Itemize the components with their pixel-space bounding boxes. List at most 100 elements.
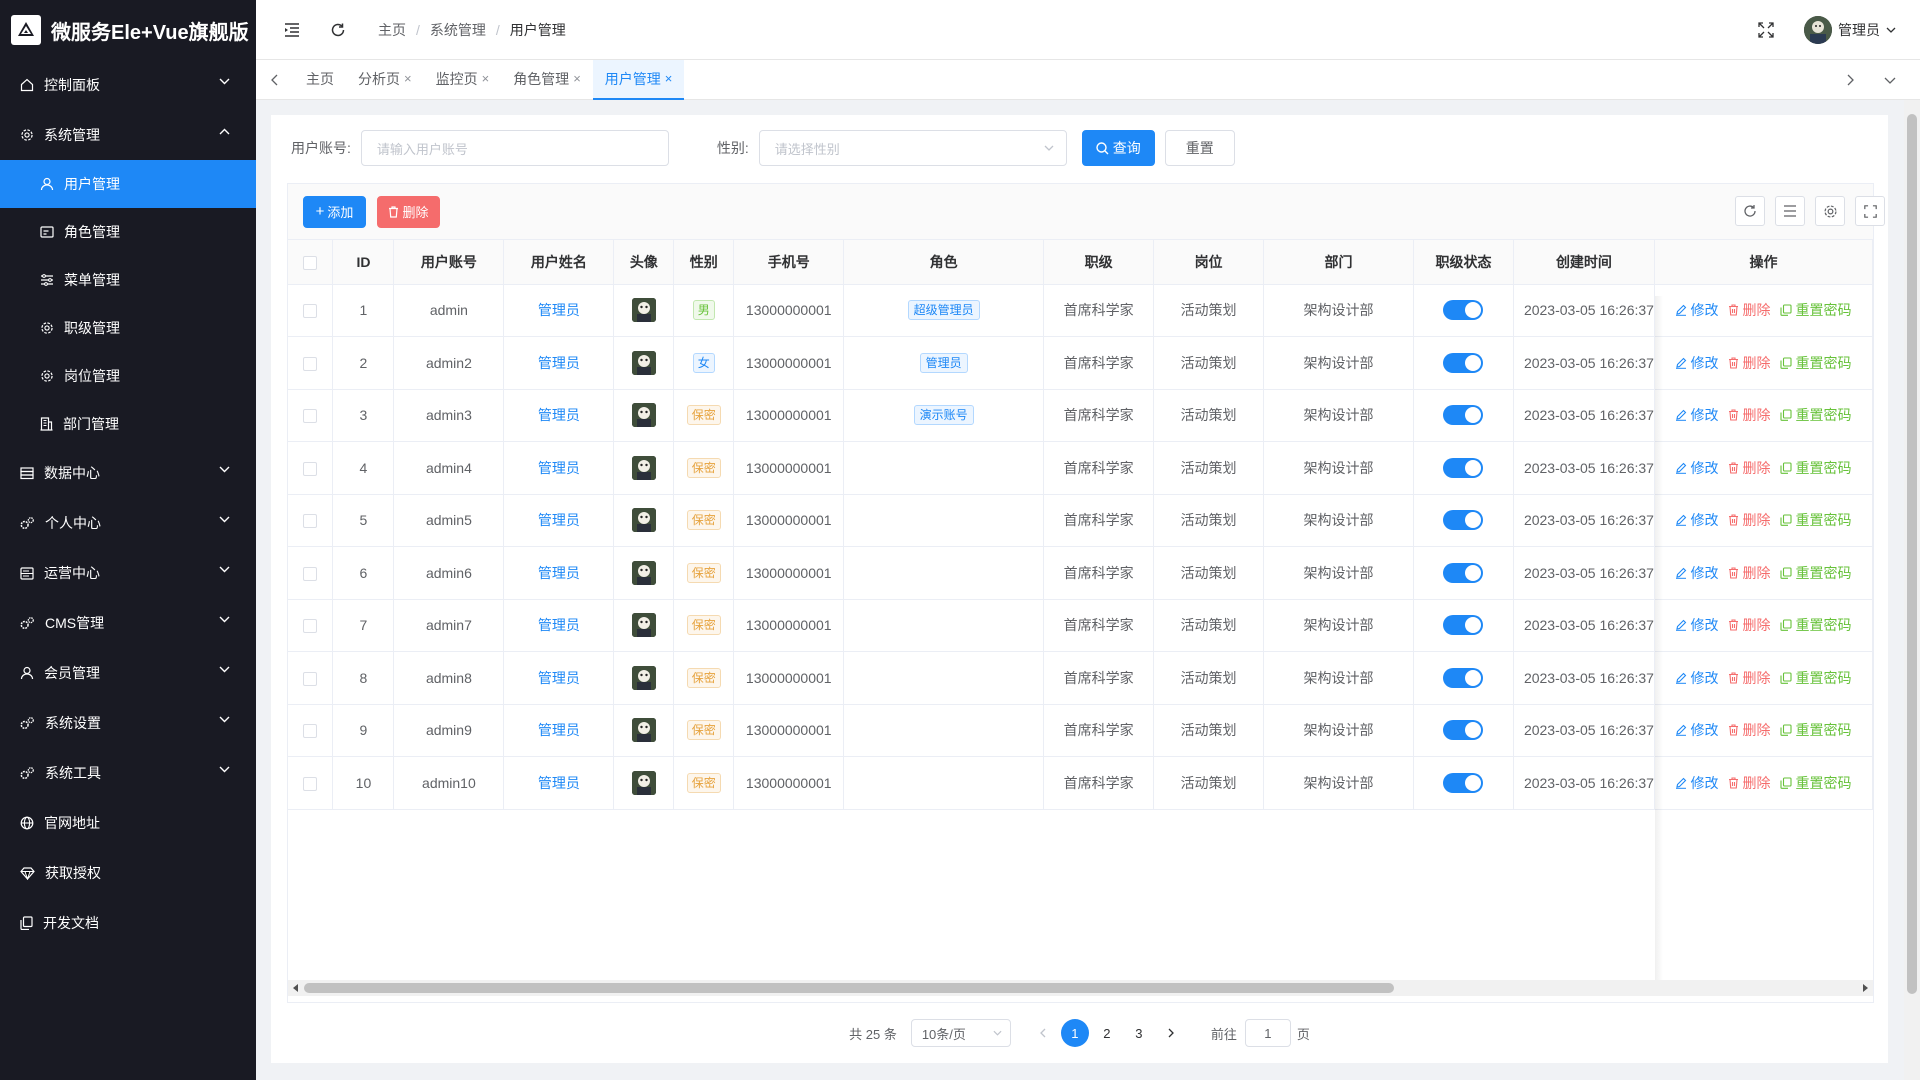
edit-button[interactable]: 修改 bbox=[1675, 773, 1718, 793]
tab-3[interactable]: 角色管理 × bbox=[501, 60, 593, 100]
sidebar-item-8[interactable]: 系统工具 bbox=[0, 748, 256, 798]
edit-button[interactable]: 修改 bbox=[1675, 405, 1718, 425]
edit-button[interactable]: 修改 bbox=[1675, 300, 1718, 320]
table-density-button[interactable] bbox=[1775, 196, 1805, 226]
user-menu[interactable]: 管理员 bbox=[1804, 16, 1896, 44]
row-checkbox[interactable] bbox=[303, 566, 318, 581]
row-checkbox[interactable] bbox=[303, 461, 318, 476]
status-toggle[interactable] bbox=[1443, 510, 1484, 531]
avatar[interactable] bbox=[631, 455, 656, 480]
edit-button[interactable]: 修改 bbox=[1675, 458, 1718, 478]
reset-password-button[interactable]: 重置密码 bbox=[1780, 300, 1851, 320]
edit-button[interactable]: 修改 bbox=[1675, 563, 1718, 583]
sidebar-subitem-1-0[interactable]: 用户管理 bbox=[0, 160, 256, 208]
avatar[interactable] bbox=[631, 613, 656, 638]
delete-button[interactable]: 删除 bbox=[1728, 458, 1770, 478]
edit-button[interactable]: 修改 bbox=[1675, 720, 1718, 740]
delete-button[interactable]: 删除 bbox=[1728, 405, 1770, 425]
delete-button[interactable]: 删除 bbox=[1728, 510, 1770, 530]
edit-button[interactable]: 修改 bbox=[1675, 668, 1718, 688]
user-name-link[interactable]: 管理员 bbox=[538, 670, 580, 686]
table-fullscreen-button[interactable] bbox=[1855, 196, 1885, 226]
avatar[interactable] bbox=[631, 508, 656, 533]
sidebar-item-7[interactable]: 系统设置 bbox=[0, 698, 256, 748]
avatar[interactable] bbox=[631, 350, 656, 375]
gender-select[interactable]: 请选择性别 bbox=[758, 130, 1067, 166]
refresh-button[interactable] bbox=[328, 20, 348, 40]
collapse-sidebar-button[interactable] bbox=[282, 20, 302, 40]
close-icon[interactable]: × bbox=[573, 71, 581, 86]
reset-password-button[interactable]: 重置密码 bbox=[1780, 668, 1851, 688]
delete-button[interactable]: 删除 bbox=[1728, 720, 1770, 740]
sidebar-item-2[interactable]: 数据中心 bbox=[0, 448, 256, 498]
delete-button[interactable]: 删除 bbox=[1728, 300, 1770, 320]
status-toggle[interactable] bbox=[1443, 772, 1484, 793]
tabs-scroll-left-button[interactable] bbox=[256, 60, 292, 100]
status-toggle[interactable] bbox=[1443, 615, 1484, 636]
page-number-2[interactable]: 2 bbox=[1093, 1019, 1121, 1047]
edit-button[interactable]: 修改 bbox=[1675, 353, 1718, 373]
row-checkbox[interactable] bbox=[303, 356, 318, 371]
sidebar-item-4[interactable]: 运营中心 bbox=[0, 548, 256, 598]
query-button[interactable]: 查询 bbox=[1081, 130, 1155, 166]
row-checkbox[interactable] bbox=[303, 619, 318, 634]
reset-password-button[interactable]: 重置密码 bbox=[1780, 353, 1851, 373]
reset-password-button[interactable]: 重置密码 bbox=[1780, 405, 1851, 425]
tabs-dropdown-button[interactable] bbox=[1872, 60, 1908, 100]
close-icon[interactable]: × bbox=[665, 71, 673, 86]
app-logo[interactable]: 微服务Ele+Vue旗舰版 bbox=[0, 0, 256, 60]
status-toggle[interactable] bbox=[1443, 352, 1484, 373]
sidebar-subitem-1-4[interactable]: 岗位管理 bbox=[0, 352, 256, 400]
delete-button[interactable]: 删除 bbox=[1728, 353, 1770, 373]
reset-password-button[interactable]: 重置密码 bbox=[1780, 563, 1851, 583]
select-all-checkbox[interactable] bbox=[303, 255, 318, 270]
reset-button[interactable]: 重置 bbox=[1164, 130, 1235, 166]
user-name-link[interactable]: 管理员 bbox=[538, 355, 580, 371]
breadcrumb-item-home[interactable]: 主页 bbox=[378, 20, 406, 40]
status-toggle[interactable] bbox=[1443, 562, 1484, 583]
avatar[interactable] bbox=[631, 560, 656, 585]
avatar[interactable] bbox=[631, 403, 656, 428]
user-name-link[interactable]: 管理员 bbox=[538, 722, 580, 738]
add-button[interactable]: + 添加 bbox=[303, 195, 366, 228]
tab-4[interactable]: 用户管理 × bbox=[592, 59, 685, 100]
sidebar-item-10[interactable]: 获取授权 bbox=[0, 848, 256, 898]
edit-button[interactable]: 修改 bbox=[1675, 510, 1718, 530]
next-page-button[interactable] bbox=[1157, 1019, 1185, 1047]
fullscreen-icon[interactable] bbox=[1758, 22, 1774, 38]
sidebar-subitem-1-5[interactable]: 部门管理 bbox=[0, 400, 256, 448]
delete-button[interactable]: 删除 bbox=[1728, 773, 1770, 793]
scrollbar-thumb[interactable] bbox=[304, 983, 1394, 993]
row-checkbox[interactable] bbox=[303, 776, 318, 791]
tab-1[interactable]: 分析页 × bbox=[346, 60, 424, 100]
batch-delete-button[interactable]: 删除 bbox=[377, 195, 440, 228]
row-checkbox[interactable] bbox=[303, 304, 318, 319]
avatar[interactable] bbox=[631, 298, 656, 323]
page-size-select[interactable]: 10条/页 bbox=[910, 1019, 1011, 1047]
sidebar-subitem-1-2[interactable]: 菜单管理 bbox=[0, 256, 256, 304]
sidebar-item-0[interactable]: 控制面板 bbox=[0, 60, 256, 110]
row-checkbox[interactable] bbox=[303, 409, 318, 424]
page-number-3[interactable]: 3 bbox=[1125, 1019, 1153, 1047]
user-name-link[interactable]: 管理员 bbox=[538, 512, 580, 528]
user-name-link[interactable]: 管理员 bbox=[538, 617, 580, 633]
goto-page-input[interactable]: 1 bbox=[1244, 1019, 1291, 1047]
user-name-link[interactable]: 管理员 bbox=[538, 460, 580, 476]
table-horizontal-scrollbar[interactable] bbox=[288, 980, 1873, 996]
account-input[interactable]: 请输入用户账号 bbox=[360, 130, 669, 166]
sidebar-item-6[interactable]: 会员管理 bbox=[0, 648, 256, 698]
avatar[interactable] bbox=[631, 718, 656, 743]
delete-button[interactable]: 删除 bbox=[1728, 668, 1770, 688]
delete-button[interactable]: 删除 bbox=[1728, 615, 1770, 635]
sidebar-subitem-1-3[interactable]: 职级管理 bbox=[0, 304, 256, 352]
sidebar-item-9[interactable]: 官网地址 bbox=[0, 798, 256, 848]
row-checkbox[interactable] bbox=[303, 671, 318, 686]
status-toggle[interactable] bbox=[1443, 720, 1484, 741]
close-icon[interactable]: × bbox=[404, 71, 412, 86]
scroll-right-arrow-icon[interactable] bbox=[1857, 980, 1873, 996]
tab-2[interactable]: 监控页 × bbox=[424, 60, 502, 100]
table-columns-setting-button[interactable] bbox=[1815, 196, 1845, 226]
reset-password-button[interactable]: 重置密码 bbox=[1780, 510, 1851, 530]
prev-page-button[interactable] bbox=[1029, 1019, 1057, 1047]
table-refresh-button[interactable] bbox=[1735, 196, 1765, 226]
